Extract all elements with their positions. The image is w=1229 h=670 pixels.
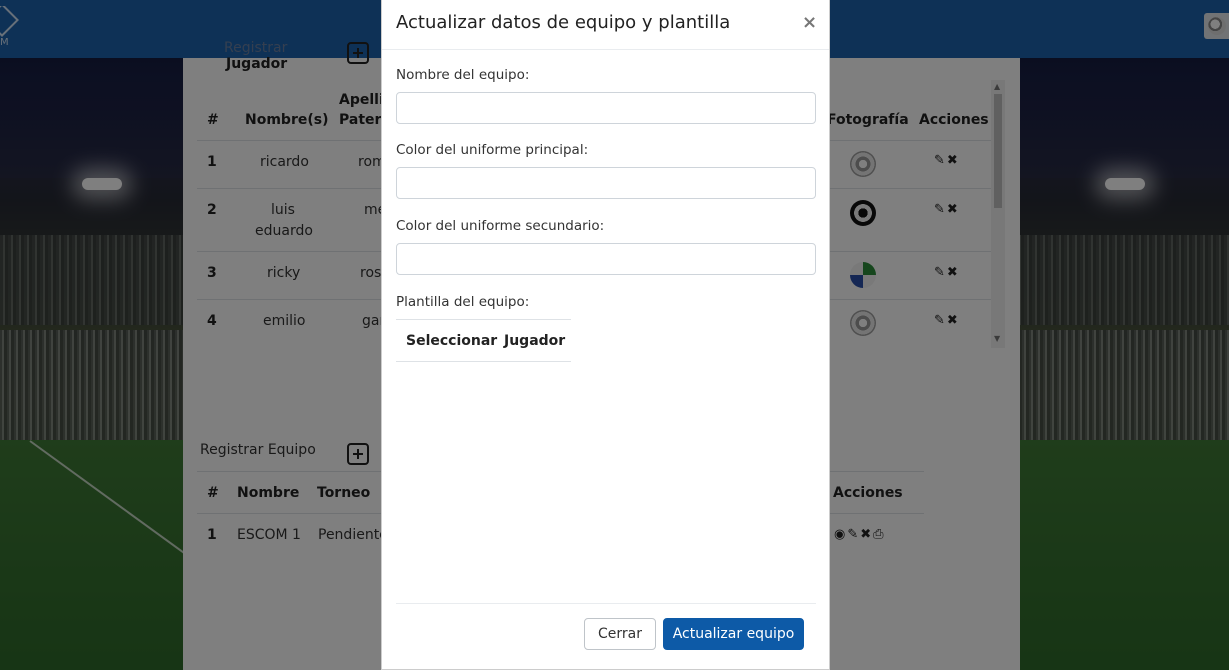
team-name-input[interactable] [396, 92, 816, 124]
primary-color-input[interactable] [396, 167, 816, 199]
modal-title: Actualizar datos de equipo y plantilla [396, 12, 731, 33]
modal-footer-divider [396, 603, 816, 604]
update-team-button[interactable]: Actualizar equipo [663, 618, 804, 650]
roster-header-select: Seleccionar [406, 333, 498, 349]
modal-header: Actualizar datos de equipo y plantilla × [382, 0, 829, 50]
update-team-modal: Actualizar datos de equipo y plantilla ×… [381, 0, 830, 670]
team-name-label: Nombre del equipo: [396, 67, 530, 83]
secondary-color-input[interactable] [396, 243, 816, 275]
primary-color-label: Color del uniforme principal: [396, 142, 589, 158]
close-icon[interactable]: × [802, 12, 817, 33]
roster-label: Plantilla del equipo: [396, 294, 530, 310]
roster-header-player: Jugador [504, 333, 566, 349]
close-button[interactable]: Cerrar [584, 618, 656, 650]
roster-table-divider [396, 319, 571, 320]
secondary-color-label: Color del uniforme secundario: [396, 218, 605, 234]
roster-table-divider [396, 361, 571, 362]
